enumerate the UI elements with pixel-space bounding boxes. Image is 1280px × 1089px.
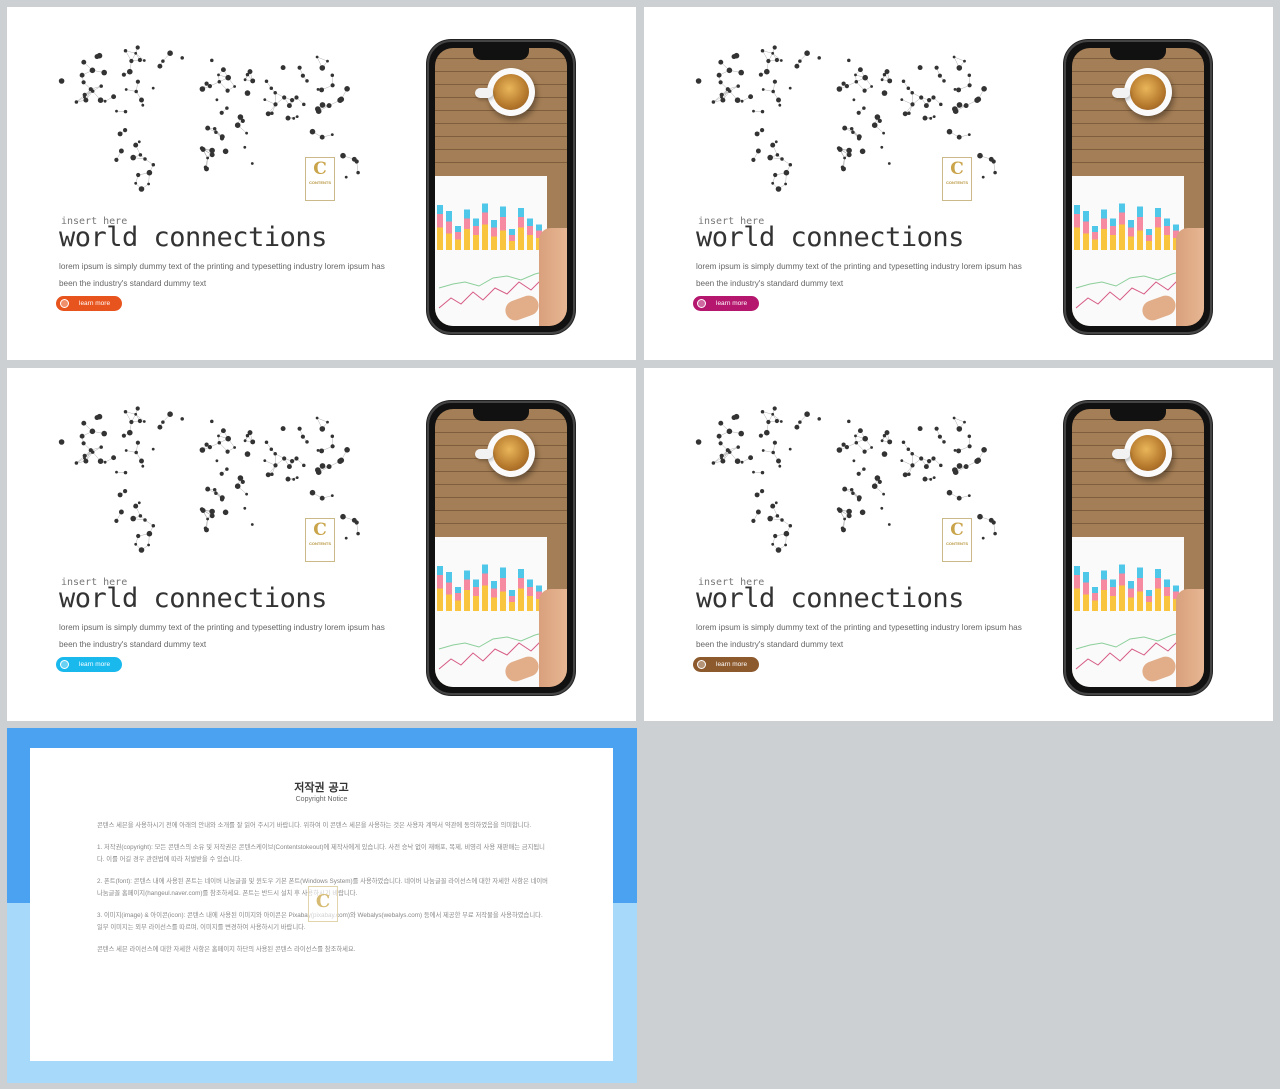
smartphone <box>427 40 575 334</box>
hand-image <box>1176 589 1204 687</box>
phone-screen <box>435 409 567 687</box>
cup-handle <box>1112 449 1130 459</box>
coffee-cup-icon <box>487 429 535 477</box>
smartphone <box>1064 40 1212 334</box>
learn-more-button[interactable]: learn more <box>56 657 122 672</box>
learn-more-label: learn more <box>79 300 111 307</box>
slide-title: world connections <box>696 222 964 253</box>
cup-handle <box>1112 88 1130 98</box>
phone-notch <box>1110 48 1166 60</box>
circle-icon <box>60 299 69 308</box>
slide-description: lorem ipsum is simply dummy text of the … <box>696 623 1022 649</box>
circle-icon <box>60 660 69 669</box>
watermark-logo-letter: C <box>315 891 331 912</box>
copyright-paragraph: 콘텐스 세븐 라이선스에 대한 자세한 사항은 홈페이지 하단의 사용된 콘텐스… <box>97 945 356 953</box>
phone-bar-chart <box>1074 564 1179 611</box>
contents-logo: C CONTENTS <box>305 157 335 201</box>
slide-3: C CONTENTS insert here world connections… <box>7 368 636 721</box>
phone-bar-chart <box>437 203 542 250</box>
watermark-logo: C <box>308 886 338 922</box>
learn-more-label: learn more <box>79 661 111 668</box>
coffee-cup-icon <box>487 68 535 116</box>
logo-letter: C <box>950 520 964 540</box>
phone-notch <box>473 48 529 60</box>
cup-handle <box>475 449 493 459</box>
slide-title: world connections <box>59 222 327 253</box>
circle-icon <box>697 660 706 669</box>
logo-text: CONTENTS <box>946 180 968 185</box>
slide-2: C CONTENTS insert here world connections… <box>644 7 1273 360</box>
smartphone <box>427 401 575 695</box>
copyright-card: 저작권 공고 Copyright Notice 콘텐스 세븐을 사용하시기 전에… <box>30 748 613 1061</box>
coffee-cup-icon <box>1124 68 1172 116</box>
phone-notch <box>473 409 529 421</box>
phone-screen <box>435 48 567 326</box>
phone-notch <box>1110 409 1166 421</box>
slide-description: lorem ipsum is simply dummy text of the … <box>59 262 385 288</box>
slide-description: lorem ipsum is simply dummy text of the … <box>59 623 385 649</box>
logo-letter: C <box>313 520 327 540</box>
cup-handle <box>475 88 493 98</box>
logo-text: CONTENTS <box>309 541 331 546</box>
logo-letter: C <box>313 159 327 179</box>
phone-bar-chart <box>1074 203 1179 250</box>
copyright-paragraph: 콘텐스 세븐을 사용하시기 전에 아래의 안내와 소개를 잘 읽어 주시기 바랍… <box>97 822 532 829</box>
phone-screen <box>1072 409 1204 687</box>
copyright-title: 저작권 공고 <box>294 781 349 794</box>
smartphone <box>1064 401 1212 695</box>
learn-more-label: learn more <box>716 300 748 307</box>
circle-icon <box>697 299 706 308</box>
phone-bar-chart <box>437 564 542 611</box>
learn-more-button[interactable]: learn more <box>693 657 759 672</box>
learn-more-button[interactable]: learn more <box>693 296 759 311</box>
slide-title: world connections <box>696 583 964 614</box>
slide-4: C CONTENTS insert here world connections… <box>644 368 1273 721</box>
logo-letter: C <box>950 159 964 179</box>
logo-text: CONTENTS <box>946 541 968 546</box>
hand-image <box>539 589 567 687</box>
slide-1: C CONTENTS insert here world connections… <box>7 7 636 360</box>
learn-more-label: learn more <box>716 661 748 668</box>
slide-title: world connections <box>59 583 327 614</box>
slide-description: lorem ipsum is simply dummy text of the … <box>696 262 1022 288</box>
contents-logo: C CONTENTS <box>305 518 335 562</box>
copyright-slide: 저작권 공고 Copyright Notice 콘텐스 세븐을 사용하시기 전에… <box>7 728 637 1083</box>
copyright-subtitle: Copyright Notice <box>295 796 348 803</box>
contents-logo: C CONTENTS <box>942 157 972 201</box>
contents-logo: C CONTENTS <box>942 518 972 562</box>
hand-image <box>1176 228 1204 326</box>
copyright-paragraph: 1. 저작권(copyright): 모든 콘텐스의 소유 및 저작권은 콘텐스… <box>97 843 545 864</box>
phone-screen <box>1072 48 1204 326</box>
coffee-cup-icon <box>1124 429 1172 477</box>
hand-image <box>539 228 567 326</box>
learn-more-button[interactable]: learn more <box>56 296 122 311</box>
logo-text: CONTENTS <box>309 180 331 185</box>
